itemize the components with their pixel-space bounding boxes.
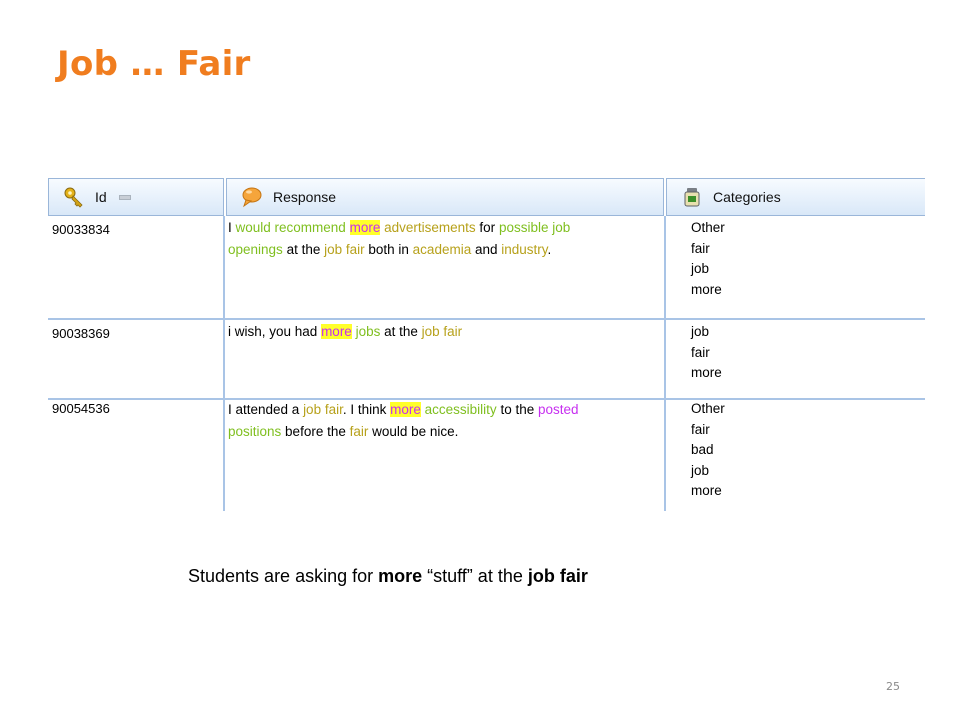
row-categories: job fair more: [691, 322, 722, 384]
column-header-id-label: Id: [95, 189, 107, 205]
row-id: 90033834: [52, 222, 110, 237]
category-item: job: [691, 324, 710, 339]
column-header-categories[interactable]: Categories: [666, 178, 925, 216]
response-text: I attended a: [228, 402, 304, 417]
responses-grid: Id Response Categories 90033834 I would …: [48, 178, 925, 511]
response-term: academia: [412, 242, 472, 257]
slide-title: Job … Fair: [57, 44, 251, 84]
caption-middle: “stuff” at the: [422, 566, 528, 586]
response-line: positions before the fair would be nice.: [228, 421, 646, 443]
response-text: .: [547, 242, 552, 257]
response-term: more: [349, 220, 381, 235]
response-text: at the: [380, 324, 422, 339]
response-term: possible job: [498, 220, 571, 235]
table-row[interactable]: 90054536 I attended a job fair. I think …: [48, 400, 925, 511]
key-icon: [64, 187, 83, 208]
table-row[interactable]: 90033834 I would recommend more advertis…: [48, 216, 925, 318]
row-id: 90054536: [52, 401, 110, 416]
response-text: . I think: [342, 402, 391, 417]
response-term: job fair: [324, 242, 365, 257]
category-item: fair: [691, 421, 710, 437]
table-row[interactable]: 90038369 i wish, you had more jobs at th…: [48, 320, 925, 398]
category-item: Other: [691, 220, 725, 235]
response-line: I attended a job fair. I think more acce…: [228, 399, 646, 421]
response-term: industry: [501, 242, 548, 257]
row-response: I would recommend more advertisements fo…: [228, 217, 646, 261]
response-text: before the: [281, 424, 350, 439]
row-categories: Other fair bad job more: [691, 399, 725, 502]
response-term: job fair: [421, 324, 463, 339]
response-term: job fair: [303, 402, 343, 417]
response-term: more: [390, 402, 421, 417]
response-text: for: [475, 220, 499, 235]
response-term: openings: [228, 242, 283, 257]
category-item: more: [691, 365, 722, 380]
caption-bold-job-fair: job fair: [527, 566, 588, 586]
response-line: openings at the job fair both in academi…: [228, 239, 646, 261]
column-header-response-label: Response: [273, 189, 337, 205]
category-item: fair: [691, 240, 710, 256]
response-term: more: [321, 324, 352, 339]
page-number: 25: [886, 680, 900, 693]
response-text: at the: [282, 242, 325, 257]
category-item: more: [691, 483, 722, 498]
response-term: advertisements: [384, 220, 476, 235]
category-item: fair: [691, 344, 710, 360]
category-item: job: [691, 261, 710, 276]
row-response: i wish, you had more jobs at the job fai…: [228, 321, 646, 343]
response-term: accessibility: [424, 402, 497, 417]
category-item: job: [691, 462, 710, 478]
response-text: and: [471, 242, 502, 257]
response-line: i wish, you had more jobs at the job fai…: [228, 321, 646, 343]
response-term: fair: [349, 424, 369, 439]
response-text: both in: [364, 242, 413, 257]
response-term: posted: [537, 402, 579, 417]
caption-bold-more: more: [378, 566, 423, 586]
category-item: Other: [691, 401, 725, 416]
caption-prefix: Students are asking for: [188, 566, 379, 586]
category-item: more: [691, 281, 722, 297]
response-term: positions: [228, 424, 282, 439]
row-categories: Other fair job more: [691, 218, 725, 300]
collapse-icon[interactable]: [118, 194, 131, 200]
jar-icon: [684, 188, 700, 207]
response-line: I would recommend more advertisements fo…: [228, 217, 646, 239]
speech-bubble-icon: [242, 187, 262, 208]
response-text: would be nice.: [368, 424, 459, 439]
column-header-id[interactable]: Id: [48, 178, 224, 216]
category-item: bad: [691, 442, 714, 457]
row-id: 90038369: [52, 326, 110, 341]
response-text: to the: [496, 402, 538, 417]
response-term: would recommend: [235, 220, 346, 235]
response-text: i wish, you had: [228, 324, 322, 339]
response-term: jobs: [355, 324, 381, 339]
response-text: I: [228, 220, 236, 235]
column-header-categories-label: Categories: [713, 189, 781, 205]
row-response: I attended a job fair. I think more acce…: [228, 399, 646, 443]
column-header-response[interactable]: Response: [226, 178, 664, 216]
slide-caption: Students are asking for more “stuff” at …: [188, 566, 588, 587]
